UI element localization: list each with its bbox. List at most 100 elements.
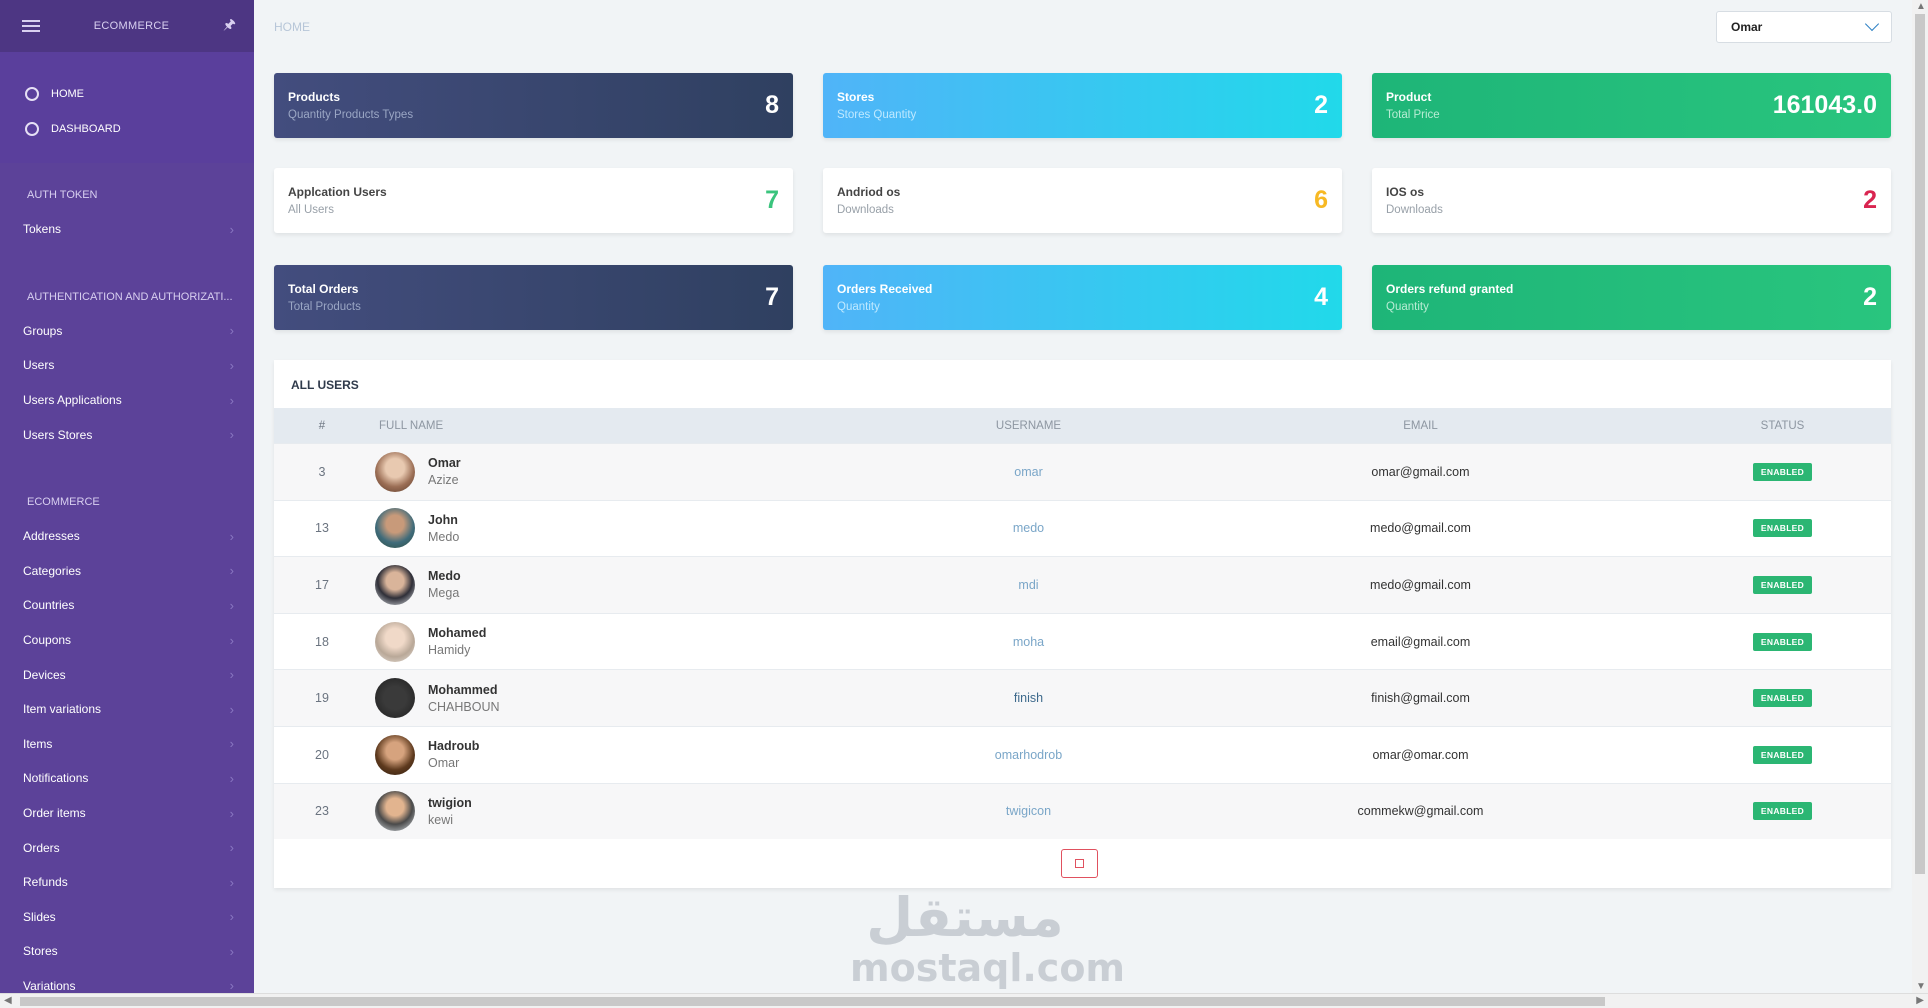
cell-username-link[interactable]: omar bbox=[890, 465, 1167, 479]
sidebar-item-label: Order items bbox=[23, 806, 86, 821]
stat-card-title: Orders refund granted bbox=[1386, 282, 1514, 296]
cell-username-link[interactable]: medo bbox=[890, 521, 1167, 535]
chevron-right-icon: › bbox=[229, 427, 234, 443]
table-row[interactable]: 20 Hadroub Omar omarhodrob omar@omar.com ENAB… bbox=[274, 725, 1891, 783]
scroll-up-icon[interactable]: ▲ bbox=[1916, 1, 1926, 12]
sidebar-item-categories[interactable]: Categories › bbox=[0, 554, 254, 589]
stat-card-text: Orders Received Quantity bbox=[837, 282, 932, 313]
stat-card-title: Products bbox=[288, 90, 341, 104]
sidebar-header: ECOMMERCE 🖈 bbox=[0, 0, 254, 52]
sidebar-section-title: ECOMMERCE bbox=[27, 495, 100, 508]
sidebar-item-refunds[interactable]: Refunds › bbox=[0, 865, 254, 900]
name-block: Medo Mega bbox=[428, 569, 461, 600]
pagination-button[interactable] bbox=[1061, 849, 1098, 878]
status-badge: ENABLED bbox=[1752, 802, 1813, 821]
table-row[interactable]: 3 Omar Azize omar omar@gmail.com ENABLED bbox=[274, 443, 1891, 500]
column-header-username: USERNAME bbox=[995, 419, 1062, 432]
first-name: Mohammed bbox=[428, 682, 498, 697]
cell-username-link[interactable]: twigicon bbox=[890, 804, 1167, 818]
cell-status: ENABLED bbox=[1674, 689, 1891, 708]
sidebar-item-label: Items bbox=[23, 736, 53, 751]
table-row[interactable]: 17 Medo Mega mdi medo@gmail.com ENABLED bbox=[274, 556, 1891, 613]
avatar bbox=[375, 621, 415, 662]
cell-username-link[interactable]: moha bbox=[890, 635, 1167, 649]
column-header-status: STATUS bbox=[1760, 419, 1805, 432]
cell-username-link[interactable]: finish bbox=[890, 691, 1167, 705]
sidebar-item-users-applications[interactable]: Users Applications › bbox=[0, 383, 254, 418]
users-panel: ALL USERS # FULL NAME USERNAME EMAIL STA… bbox=[274, 360, 1891, 888]
sidebar-item-coupons[interactable]: Coupons › bbox=[0, 623, 254, 658]
stat-card-subtitle: Quantity bbox=[1386, 301, 1429, 313]
table-header: # FULL NAME USERNAME EMAIL STATUS bbox=[274, 408, 1891, 443]
cell-username-link[interactable]: mdi bbox=[890, 578, 1167, 592]
sidebar-item-label: Devices bbox=[23, 667, 66, 682]
stat-card-text: Product Total Price bbox=[1386, 90, 1440, 121]
avatar bbox=[375, 508, 415, 549]
scroll-down-icon[interactable]: ▼ bbox=[1916, 981, 1926, 992]
stat-card-total-orders: Total Orders Total Products 7 bbox=[274, 265, 793, 330]
chevron-right-icon: › bbox=[229, 701, 234, 717]
cell-status: ENABLED bbox=[1674, 745, 1891, 764]
vertical-scrollbar[interactable]: ▲ ▼ bbox=[1912, 0, 1928, 993]
sidebar-item-groups[interactable]: Groups › bbox=[0, 314, 254, 349]
sidebar-item-items[interactable]: Items › bbox=[0, 727, 254, 762]
sidebar-item-label: Item variations bbox=[23, 702, 102, 717]
stat-card-value: 2 bbox=[1314, 91, 1328, 119]
pin-icon[interactable]: 🖈 bbox=[223, 14, 236, 38]
sidebar-item-label: HOME bbox=[51, 87, 84, 100]
sidebar-item-users[interactable]: Users › bbox=[0, 348, 254, 383]
cell-full-name: twigion kewi bbox=[370, 791, 890, 832]
last-name: CHAHBOUN bbox=[428, 699, 500, 714]
watermark-arabic: مستقل bbox=[866, 886, 1064, 949]
sidebar-section-title: AUTH TOKEN bbox=[27, 189, 98, 201]
hamburger-menu-icon[interactable] bbox=[22, 20, 40, 32]
cell-username-link[interactable]: omarhodrob bbox=[890, 748, 1167, 762]
name-block: John Medo bbox=[428, 513, 459, 544]
sidebar-item-addresses[interactable]: Addresses › bbox=[0, 519, 254, 554]
sidebar-item-countries[interactable]: Countries › bbox=[0, 588, 254, 623]
sidebar-item-dashboard[interactable]: DASHBOARD bbox=[0, 111, 254, 146]
breadcrumb[interactable]: HOME bbox=[274, 20, 310, 34]
chevron-right-icon: › bbox=[229, 770, 234, 786]
sidebar-item-stores[interactable]: Stores › bbox=[0, 934, 254, 969]
cell-id: 18 bbox=[315, 634, 329, 649]
avatar bbox=[375, 734, 415, 775]
last-name: Mega bbox=[428, 586, 460, 601]
user-select[interactable]: Omar bbox=[1716, 11, 1892, 43]
horizontal-scroll-thumb[interactable] bbox=[20, 997, 1605, 1006]
chevron-right-icon: › bbox=[229, 392, 234, 408]
cell-id: 20 bbox=[315, 747, 329, 762]
table-row[interactable]: 19 Mohammed CHAHBOUN finish finish@gmail.com… bbox=[274, 669, 1891, 726]
stat-card-subtitle: Downloads bbox=[837, 204, 894, 216]
sidebar-item-users-stores[interactable]: Users Stores › bbox=[0, 417, 254, 452]
horizontal-scrollbar[interactable]: ◀ ▶ bbox=[0, 993, 1928, 1008]
stat-card-title: IOS os bbox=[1386, 185, 1425, 199]
sidebar-item-order-items[interactable]: Order items › bbox=[0, 796, 254, 831]
table-row[interactable]: 23 twigion kewi twigicon commekw@gmail.com EN… bbox=[274, 782, 1891, 840]
watermark: مستقل mostaql.com bbox=[850, 886, 1125, 989]
chevron-right-icon: › bbox=[229, 597, 234, 613]
first-name: Mohamed bbox=[428, 626, 487, 641]
sidebar-item-tokens[interactable]: Tokens › bbox=[0, 212, 254, 247]
sidebar-item-home[interactable]: HOME bbox=[0, 76, 254, 111]
sidebar-item-devices[interactable]: Devices › bbox=[0, 657, 254, 692]
chevron-right-icon: › bbox=[229, 909, 234, 925]
cell-id: 3 bbox=[318, 464, 326, 479]
scroll-right-icon[interactable]: ▶ bbox=[1916, 995, 1924, 1006]
sidebar-item-orders[interactable]: Orders › bbox=[0, 830, 254, 865]
chevron-right-icon: › bbox=[229, 736, 234, 752]
vertical-scroll-thumb[interactable] bbox=[1915, 14, 1925, 874]
table-row[interactable]: 13 John Medo medo medo@gmail.com ENABLED bbox=[274, 499, 1891, 557]
name-block: Omar Azize bbox=[428, 456, 461, 487]
sidebar-item-slides[interactable]: Slides › bbox=[0, 900, 254, 935]
sidebar-item-label: Addresses bbox=[23, 529, 80, 544]
sidebar-item-label: Tokens bbox=[23, 222, 62, 237]
square-icon bbox=[1075, 859, 1084, 868]
sidebar-item-notifications[interactable]: Notifications › bbox=[0, 761, 254, 796]
users-panel-title: ALL USERS bbox=[291, 378, 359, 392]
scroll-left-icon[interactable]: ◀ bbox=[4, 995, 12, 1006]
sidebar-item-item-variations[interactable]: Item variations › bbox=[0, 692, 254, 727]
cell-status: ENABLED bbox=[1674, 575, 1891, 594]
table-row[interactable]: 18 Mohamed Hamidy moha email@gmail.com ENABLE… bbox=[274, 612, 1891, 670]
sidebar-item-variations[interactable]: Variations › bbox=[0, 969, 254, 993]
